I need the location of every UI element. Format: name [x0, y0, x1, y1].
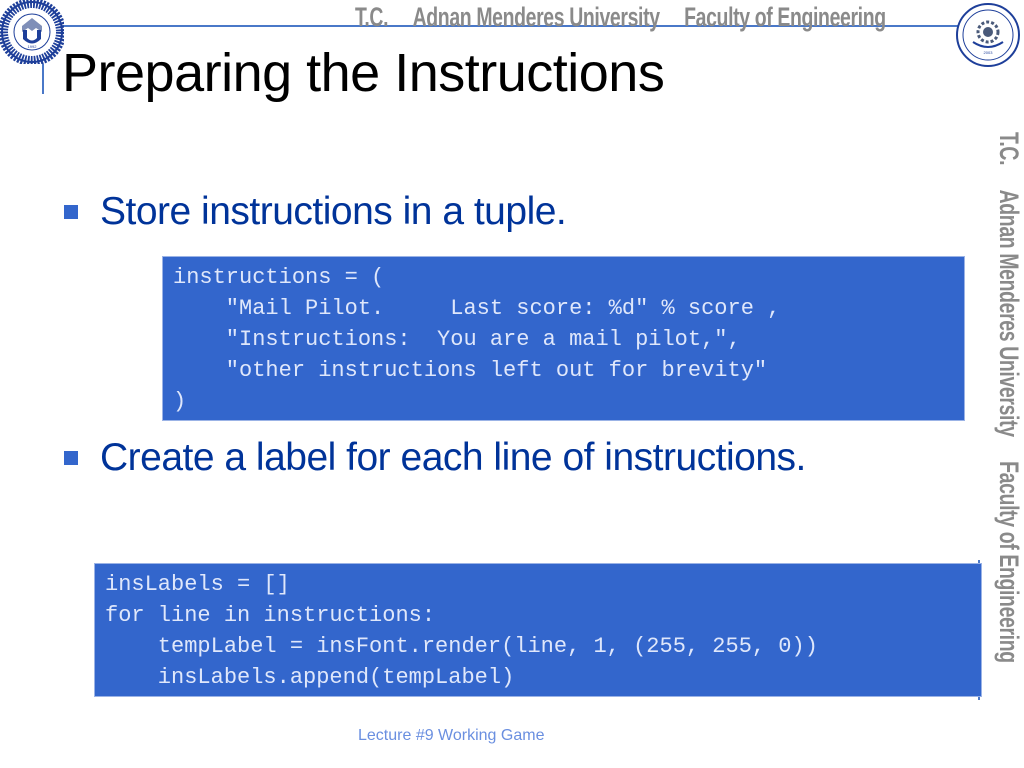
code-line: insLabels.append(tempLabel): [105, 665, 515, 690]
university-seal-icon: 1992: [0, 0, 64, 64]
side-banner-university: Adnan Menderes University: [994, 189, 1024, 437]
svg-text:1992: 1992: [28, 44, 38, 49]
side-banner-tc: T.C.: [994, 132, 1024, 166]
code-line: "Mail Pilot. Last score: %d" % score ,: [173, 296, 781, 321]
engineering-faculty-seal-icon: 2003: [956, 3, 1020, 67]
bullet-item: Create a label for each line of instruct…: [64, 436, 806, 480]
side-banner: T.C. Adnan Menderes University Faculty of …: [993, 132, 1024, 687]
bullet-square-icon: [64, 205, 78, 219]
page-title: Preparing the Instructions: [62, 43, 665, 103]
code-line: "other instructions left out for brevity…: [173, 358, 768, 383]
banner-university: Adnan Menderes University: [412, 2, 660, 32]
title-accent-line: [42, 64, 44, 94]
svg-text:2003: 2003: [984, 50, 994, 55]
banner-faculty: Faculty of Engineering: [684, 2, 886, 32]
bullet-square-icon: [64, 451, 78, 465]
code-line: for line in instructions:: [105, 603, 436, 628]
code-block-labels: insLabels = [] for line in instructions: …: [94, 563, 982, 697]
header-banner: T.C. Adnan Menderes University Faculty of …: [355, 2, 910, 42]
slide-footer: Lecture #9 Working Game: [358, 727, 545, 744]
code-block-instructions: instructions = ( "Mail Pilot. Last score…: [162, 256, 965, 421]
bullet-text: Create a label for each line of instruct…: [100, 436, 806, 479]
bullet-item: Store instructions in a tuple.: [64, 190, 567, 234]
code-line: "Instructions: You are a mail pilot,",: [173, 327, 741, 352]
code-line: instructions = (: [173, 265, 385, 290]
banner-tc: T.C.: [355, 2, 389, 32]
code-line: insLabels = []: [105, 572, 290, 597]
bullet-text: Store instructions in a tuple.: [100, 190, 567, 233]
code-line: ): [173, 389, 187, 414]
side-banner-faculty: Faculty of Engineering: [994, 461, 1024, 663]
code-line: tempLabel = insFont.render(line, 1, (255…: [105, 634, 818, 659]
